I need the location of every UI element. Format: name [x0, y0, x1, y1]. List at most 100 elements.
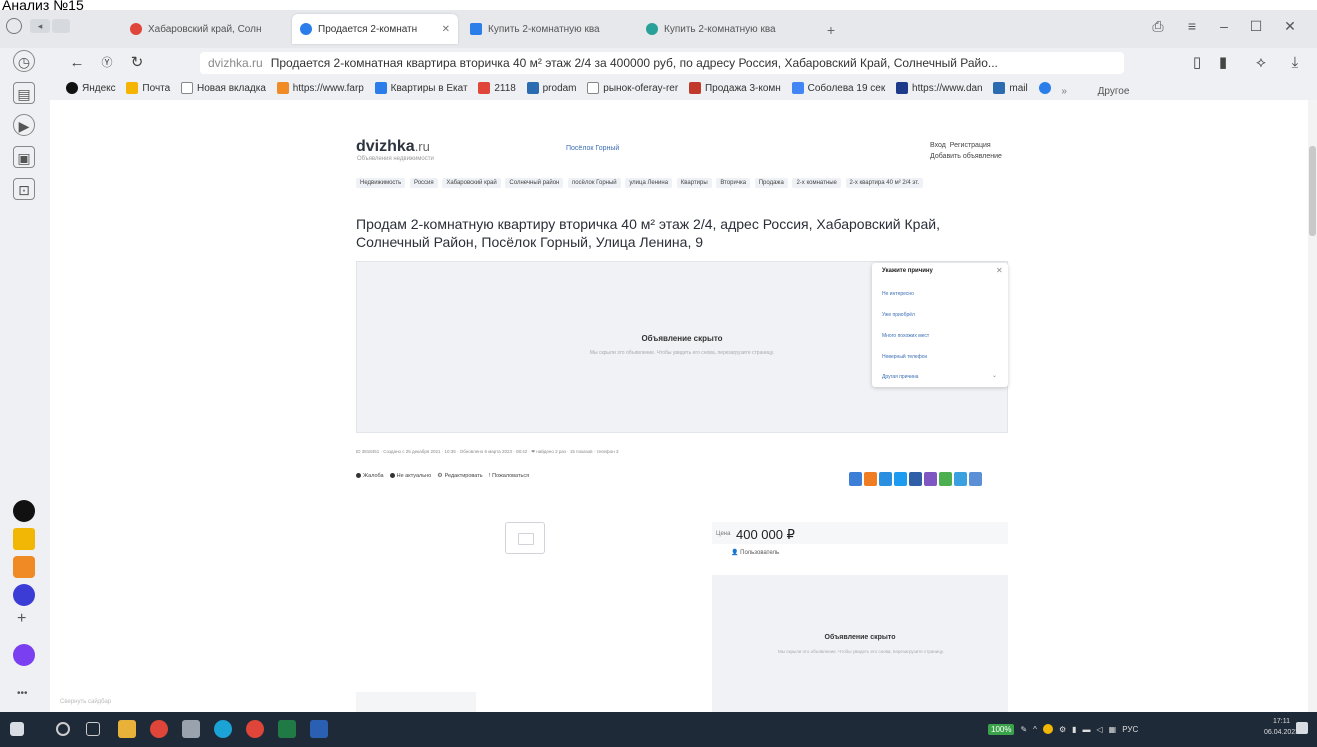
edit-button[interactable]: ⚙ Редактировать	[437, 472, 482, 480]
breadcrumb-item[interactable]: Недвижимость	[356, 178, 406, 188]
breadcrumb-item[interactable]: Солнечный район	[505, 178, 564, 188]
excel-icon[interactable]	[278, 720, 296, 738]
keyboard-icon[interactable]: ▦	[1109, 725, 1117, 734]
popup-option[interactable]: Не интересно	[882, 291, 914, 297]
popup-option[interactable]: Неверный телефон	[882, 354, 927, 360]
app-icon[interactable]	[13, 500, 35, 522]
alice-icon[interactable]	[13, 644, 35, 666]
not-relevant-button[interactable]: Не актуально	[389, 473, 431, 479]
share-twitter-icon[interactable]	[894, 472, 907, 486]
volume-icon[interactable]: ◁	[1097, 725, 1103, 734]
bookmark-item[interactable]: https://www.farp	[276, 78, 364, 98]
share-ok-icon[interactable]	[864, 472, 877, 486]
share-viber-icon[interactable]	[924, 472, 937, 486]
share-copy-icon[interactable]	[969, 472, 982, 486]
pen-icon[interactable]: ✎	[1020, 725, 1027, 734]
bookmark-item[interactable]: Продажа 3-комн	[688, 78, 781, 98]
explorer-icon[interactable]	[118, 720, 136, 738]
breadcrumb-item[interactable]: 2-х комнатные	[792, 178, 841, 188]
menu-icon[interactable]: ≡	[1180, 16, 1204, 36]
bookmark-item[interactable]: https://www.dan	[896, 78, 983, 98]
share-whatsapp-icon[interactable]	[939, 472, 952, 486]
screenshot-icon[interactable]: ⊡	[13, 178, 35, 200]
popup-option[interactable]: Другая причина	[882, 374, 918, 380]
battery-icon[interactable]: ▮	[1072, 725, 1076, 734]
notifications-icon[interactable]	[1296, 722, 1308, 734]
add-app-icon[interactable]: +	[17, 610, 26, 628]
word-icon[interactable]	[310, 720, 328, 738]
clock[interactable]: 17:11 06.04.2023	[1264, 716, 1299, 738]
share-vk-icon[interactable]	[909, 472, 922, 486]
register-link[interactable]: Регистрация	[950, 142, 991, 149]
share-telegram-icon[interactable]	[879, 472, 892, 486]
collections-icon[interactable]: ▣	[13, 146, 35, 168]
breadcrumb-item[interactable]: посёлок Горный	[568, 178, 621, 188]
tab-1[interactable]: Хабаровский край, Солн	[122, 14, 290, 44]
edge-icon[interactable]	[214, 720, 232, 738]
tabs-menu-icon[interactable]: ◂	[30, 19, 50, 33]
bookmark-item[interactable]: mail	[993, 78, 1028, 98]
collapse-sidebar-link[interactable]: Свернуть сайдбар	[60, 699, 111, 705]
site-logo[interactable]: dvizhka.ru	[356, 138, 430, 156]
more-bookmarks-icon[interactable]: »	[1061, 82, 1067, 101]
app-icon[interactable]	[13, 584, 35, 606]
close-icon[interactable]: ✕	[996, 266, 1003, 275]
gear-icon[interactable]: ⚙	[1059, 725, 1066, 734]
app-icon[interactable]	[182, 720, 200, 738]
more-icon[interactable]: •••	[17, 688, 28, 699]
history-icon[interactable]: ◷	[13, 50, 35, 72]
address-bar[interactable]: dvizhka.ru Продается 2-комнатная квартир…	[200, 52, 1124, 74]
share-mail-icon[interactable]	[849, 472, 862, 486]
popup-option[interactable]: Уже приобрёл	[882, 312, 915, 318]
city-link[interactable]: Посёлок Горный	[566, 145, 619, 152]
maximize-icon[interactable]: ☐	[1244, 16, 1268, 36]
report-button[interactable]: ! Пожаловаться	[489, 473, 529, 479]
bookmark-item[interactable]: Соболева 19 сек	[791, 78, 885, 98]
breadcrumb-item[interactable]: Россия	[409, 178, 438, 188]
bookmark-item[interactable]: Новая вкладка	[180, 78, 266, 98]
tab-2[interactable]: Продается 2-комнатн ✕	[292, 14, 458, 44]
tab-4[interactable]: Купить 2-комнатную ква	[638, 14, 814, 44]
close-tab-icon[interactable]: ✕	[442, 24, 450, 35]
complaint-button[interactable]: Жалоба	[356, 473, 384, 479]
tab-group-icon[interactable]	[52, 19, 70, 33]
bookmark-window-icon[interactable]: ⎙	[1146, 16, 1170, 36]
breadcrumb-item[interactable]: Квартиры	[676, 178, 712, 188]
task-view-icon[interactable]	[86, 722, 100, 736]
search-icon[interactable]	[56, 722, 70, 736]
close-window-icon[interactable]: ✕	[1278, 16, 1302, 36]
app-icon[interactable]	[246, 720, 264, 738]
language-indicator[interactable]: РУС	[1122, 725, 1138, 734]
tray-app-icon[interactable]	[1042, 724, 1053, 734]
breadcrumb-item[interactable]: Вторичка	[716, 178, 751, 188]
reload-button[interactable]: ↻	[126, 52, 148, 74]
back-button[interactable]: ←	[66, 52, 88, 74]
download-icon[interactable]: ⤓	[1284, 52, 1306, 74]
tab-3[interactable]: Купить 2-комнатную ква	[462, 14, 632, 44]
login-link[interactable]: Вход	[930, 142, 946, 149]
network-icon[interactable]: ▬	[1083, 725, 1091, 734]
battery-indicator[interactable]: 100%	[988, 723, 1015, 735]
notes-icon[interactable]: ▤	[13, 82, 35, 104]
profile-icon[interactable]	[6, 18, 22, 34]
app-icon[interactable]	[13, 556, 35, 578]
breadcrumb-item[interactable]: улица Ленина	[625, 178, 673, 188]
bookmark-item[interactable]: Яндекс	[66, 78, 116, 98]
play-icon[interactable]: ▶	[13, 114, 35, 136]
scrollbar-thumb[interactable]	[1309, 146, 1316, 236]
bookmark-icon[interactable]: ▮	[1212, 52, 1234, 74]
breadcrumb-item[interactable]: 2-х квартира 40 м² 2/4 эт.	[845, 178, 924, 188]
breadcrumb-item[interactable]: Продажа	[754, 178, 788, 188]
bookmark-item[interactable]: Почта	[126, 78, 170, 98]
yandex-button[interactable]: Ⓨ	[96, 52, 118, 74]
minimize-icon[interactable]: –	[1212, 16, 1236, 36]
chevron-up-icon[interactable]: ^	[1033, 725, 1037, 734]
bookmark-item[interactable]: 2118	[478, 78, 516, 98]
breadcrumb-item[interactable]: Хабаровский край	[442, 178, 501, 188]
owner-link[interactable]: 👤 Пользователь	[731, 549, 779, 556]
bookmark-item[interactable]: Квартиры в Екат	[374, 78, 468, 98]
extensions-icon[interactable]: ⟡	[1250, 52, 1272, 74]
other-bookmarks[interactable]: Другое	[1098, 82, 1130, 101]
popup-option[interactable]: Много похожих мест	[882, 333, 929, 339]
reader-mode-icon[interactable]: ▯	[1186, 52, 1208, 74]
